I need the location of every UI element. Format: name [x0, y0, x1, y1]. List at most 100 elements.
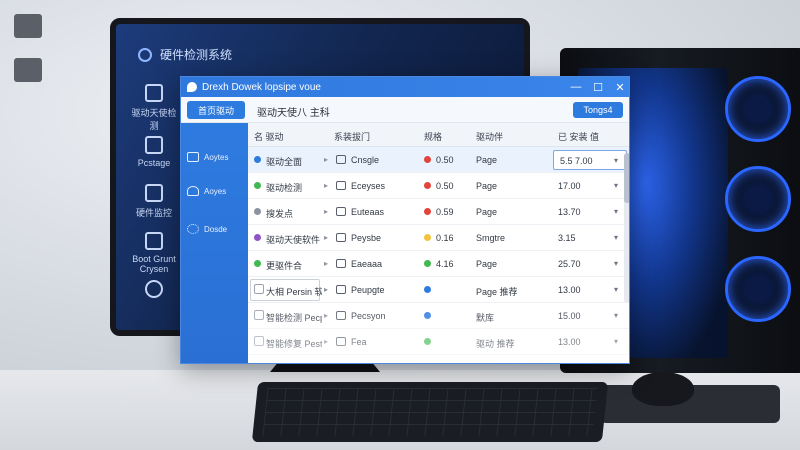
monitor-sidebar-item: 硬件监控	[130, 184, 178, 219]
row-value: 13.70	[558, 207, 581, 217]
row-device: Fea	[351, 337, 367, 347]
row-device: Eceyses	[351, 181, 386, 191]
row-version: 0.16	[436, 233, 454, 243]
expand-icon[interactable]: ▸	[324, 285, 328, 294]
device-icon	[336, 337, 346, 346]
row-device: Euteaas	[351, 207, 385, 217]
folder-icon	[14, 14, 42, 38]
device-icon	[336, 233, 346, 242]
row-device: Peysbe	[351, 233, 382, 243]
expand-icon[interactable]: ▸	[324, 155, 328, 164]
close-button[interactable]: ✕	[609, 77, 629, 97]
version-status-dot	[424, 234, 431, 241]
monitor-sidebar-item: 驱动天使检测	[130, 84, 178, 132]
table-row[interactable]: 驱动全面 ▸ Cnsgle 0.50 Page 5.5 7.00 ▾	[248, 147, 629, 173]
row-value: 13.00	[558, 285, 581, 295]
row-type: 默库	[476, 313, 495, 323]
chevron-down-icon[interactable]: ▾	[614, 233, 618, 242]
scrollbar[interactable]	[624, 153, 629, 303]
app-icon	[14, 58, 42, 82]
row-value: 15.00	[558, 311, 581, 321]
monitor-header: 硬件检测系统	[138, 46, 232, 63]
action-button[interactable]: Tongs4	[573, 102, 623, 118]
row-checkbox[interactable]	[254, 336, 264, 346]
mouse	[632, 372, 694, 406]
row-type: Page 推荐	[476, 287, 518, 297]
row-type: Smgtre	[476, 233, 506, 243]
driver-table: 名 驱动 系装拔门 规格 驱动伴 已 安装 值 驱动全面 ▸ Cnsgle 0.50 P…	[248, 123, 629, 363]
row-checkbox[interactable]	[254, 284, 264, 294]
expand-icon[interactable]: ▸	[324, 181, 328, 190]
sidebar-item-aoyes[interactable]: Aoyes	[187, 181, 243, 201]
device-icon	[336, 285, 346, 294]
table-row[interactable]: 驱动检测 ▸ Eceyses 0.50 Page 17.00 ▾	[248, 173, 629, 199]
row-name: 驱动检测	[266, 183, 303, 193]
chevron-down-icon[interactable]: ▾	[614, 181, 618, 190]
row-version: 4.16	[436, 259, 454, 269]
expand-icon[interactable]: ▸	[324, 207, 328, 216]
chevron-down-icon[interactable]: ▾	[614, 207, 618, 216]
row-name: 大相 Persin 软件	[266, 287, 322, 297]
row-device: Pecsyon	[351, 311, 386, 321]
fan-icon	[725, 76, 791, 142]
monitor-sidebar-item: Boot Grunt Crysen	[130, 232, 178, 274]
title-bar[interactable]: Drexh Dowek lopsipe voue — ☐ ✕	[181, 77, 629, 97]
row-version: 0.50	[436, 155, 454, 165]
table-row[interactable]: 智能修复 Pestrafe▸ Fea 驱动 推荐 13.00 ▾	[248, 329, 629, 355]
expand-icon[interactable]: ▸	[324, 337, 328, 346]
row-name: 更驱件合	[266, 261, 303, 271]
chart-icon	[145, 232, 163, 250]
toolbar: 首页驱动 驱动天使八 主科 Tongs4	[181, 97, 629, 123]
table-row[interactable]: 搜发点 ▸ Euteaas 0.59 Page 13.70 ▾	[248, 199, 629, 225]
monitor-title: 硬件检测系统	[160, 48, 233, 62]
expand-icon[interactable]: ▸	[324, 311, 328, 320]
home-button[interactable]: 首页驱动	[187, 101, 245, 119]
row-type: Page	[476, 181, 498, 191]
app-logo-icon	[138, 47, 152, 62]
chevron-down-icon[interactable]: ▾	[614, 311, 618, 320]
version-status-dot	[424, 312, 431, 319]
row-checkbox[interactable]	[254, 310, 264, 320]
column-header-type[interactable]: 驱动伴	[476, 130, 503, 143]
monitor-sidebar: 驱动天使检测 Pcstage 硬件监控 Boot Grunt Crysen	[116, 84, 186, 330]
power-icon	[145, 280, 163, 298]
window-controls: — ☐ ✕	[565, 77, 629, 97]
sidebar-item-dosde[interactable]: Dosde	[187, 219, 243, 239]
chevron-down-icon[interactable]: ▾	[614, 337, 618, 346]
sidebar: Aoytes Aoyes Dosde	[181, 123, 248, 363]
expand-icon[interactable]: ▸	[324, 233, 328, 242]
keyboard-keys	[262, 388, 598, 436]
sidebar-item-label: Dosde	[204, 224, 228, 234]
column-header-version[interactable]: 规格	[424, 130, 442, 143]
row-status-dot	[254, 182, 261, 189]
driver-app-window: Drexh Dowek lopsipe voue — ☐ ✕ 首页驱动 驱动天使…	[180, 76, 630, 364]
row-type: 驱动 推荐	[476, 339, 515, 349]
scrollbar-thumb[interactable]	[624, 153, 629, 203]
version-status-dot	[424, 182, 431, 189]
gear-icon	[145, 84, 163, 102]
column-header-value[interactable]: 已 安装 值	[558, 130, 599, 143]
minimize-button[interactable]: —	[565, 77, 587, 97]
row-value: 5.5 7.00	[560, 156, 593, 166]
column-header-name[interactable]: 名 驱动	[254, 130, 284, 143]
row-value: 13.00	[558, 337, 581, 347]
version-status-dot	[424, 338, 431, 345]
table-row[interactable]: 智能检测 Pecpsen Tade▸ Pecsyon 默库 15.00 ▾	[248, 303, 629, 329]
table-row[interactable]: 大相 Persin 软件▸ Peupgte Page 推荐 13.00 ▾	[248, 277, 629, 303]
device-icon	[336, 181, 346, 190]
table-row[interactable]: 驱动天使软件 ▸ Peysbe 0.16 Smgtre 3.15 ▾	[248, 225, 629, 251]
chevron-down-icon[interactable]: ▾	[614, 259, 618, 268]
chevron-down-icon: ▾	[614, 156, 619, 165]
sidebar-item-aoytes[interactable]: Aoytes	[187, 147, 243, 167]
maximize-button[interactable]: ☐	[587, 77, 609, 97]
desktop-icon-folder[interactable]	[10, 14, 46, 38]
value-select[interactable]: 5.5 7.00 ▾	[553, 150, 627, 170]
monitor-sidebar-label: Pcstage	[137, 158, 171, 168]
expand-icon[interactable]: ▸	[324, 259, 328, 268]
column-header-device[interactable]: 系装拔门	[334, 130, 370, 143]
app-logo-icon	[187, 82, 197, 92]
chevron-down-icon[interactable]: ▾	[614, 285, 618, 294]
desktop-icon-app[interactable]	[10, 58, 46, 82]
table-row[interactable]: 更驱件合 ▸ Eaeaaa 4.16 Page 25.70 ▾	[248, 251, 629, 277]
device-icon	[336, 259, 346, 268]
